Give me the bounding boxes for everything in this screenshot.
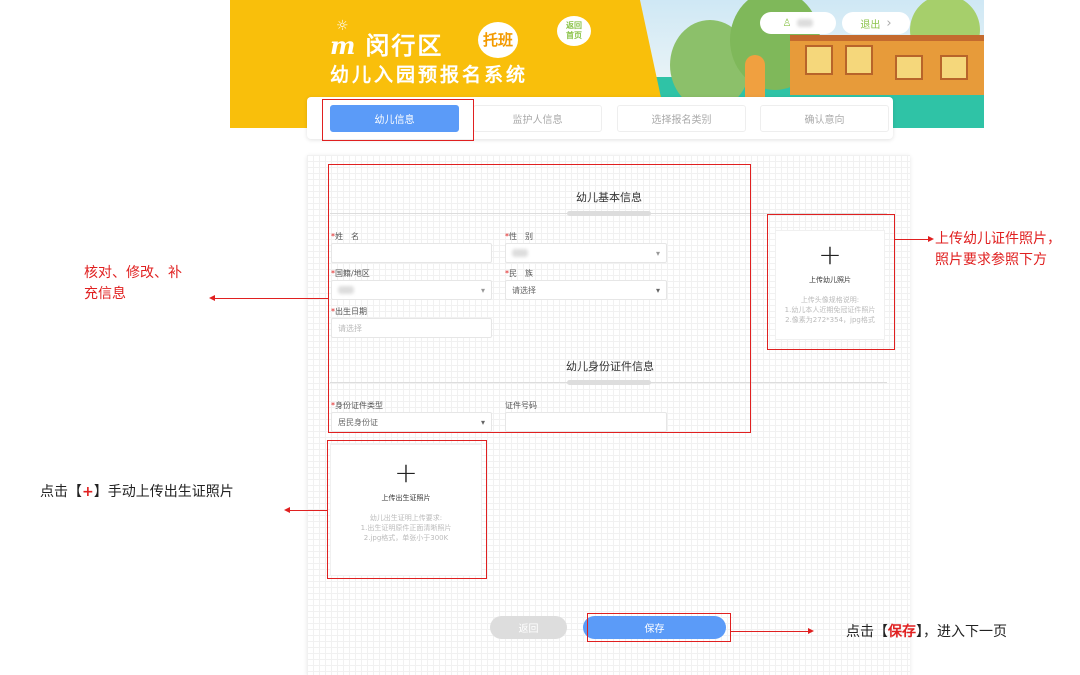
tab-guardian-info[interactable]: 监护人信息 xyxy=(473,105,602,132)
back-button[interactable]: 返回 xyxy=(490,616,567,639)
chevron-right-icon: › xyxy=(886,15,892,31)
highlight-box xyxy=(767,214,895,350)
arrow-left-icon xyxy=(284,507,327,513)
highlight-box xyxy=(327,440,487,579)
logout-button[interactable]: 退出 › xyxy=(842,12,910,34)
arrow-right-icon xyxy=(731,628,814,634)
user-button[interactable]: ♙ xyxy=(760,12,836,34)
highlight-box xyxy=(328,164,751,433)
tab-confirm[interactable]: 确认意向 xyxy=(760,105,889,132)
highlight-box xyxy=(587,613,731,642)
district-title: 闵行区 xyxy=(365,32,444,60)
annotation-verify: 核对、修改、补 充信息 xyxy=(84,265,182,302)
arrow-left-icon xyxy=(209,295,328,301)
annotation-photo: 上传幼儿证件照片， 照片要求参照下方 xyxy=(935,231,1061,268)
annotation-birth: 点击【+】手动上传出生证照片 xyxy=(40,484,234,500)
logo-m-icon: m xyxy=(330,31,358,60)
home-button[interactable]: 返回首页 xyxy=(557,16,591,46)
tuoban-badge: 托班 xyxy=(478,22,518,58)
highlight-box xyxy=(322,99,474,141)
tab-category[interactable]: 选择报名类别 xyxy=(617,105,746,132)
arrow-right-icon xyxy=(895,236,934,242)
user-icon: ♙ xyxy=(782,17,792,29)
system-title: 幼儿入园预报名系统 xyxy=(330,64,529,86)
annotation-save: 点击【保存】，进入下一页 xyxy=(846,624,1007,640)
